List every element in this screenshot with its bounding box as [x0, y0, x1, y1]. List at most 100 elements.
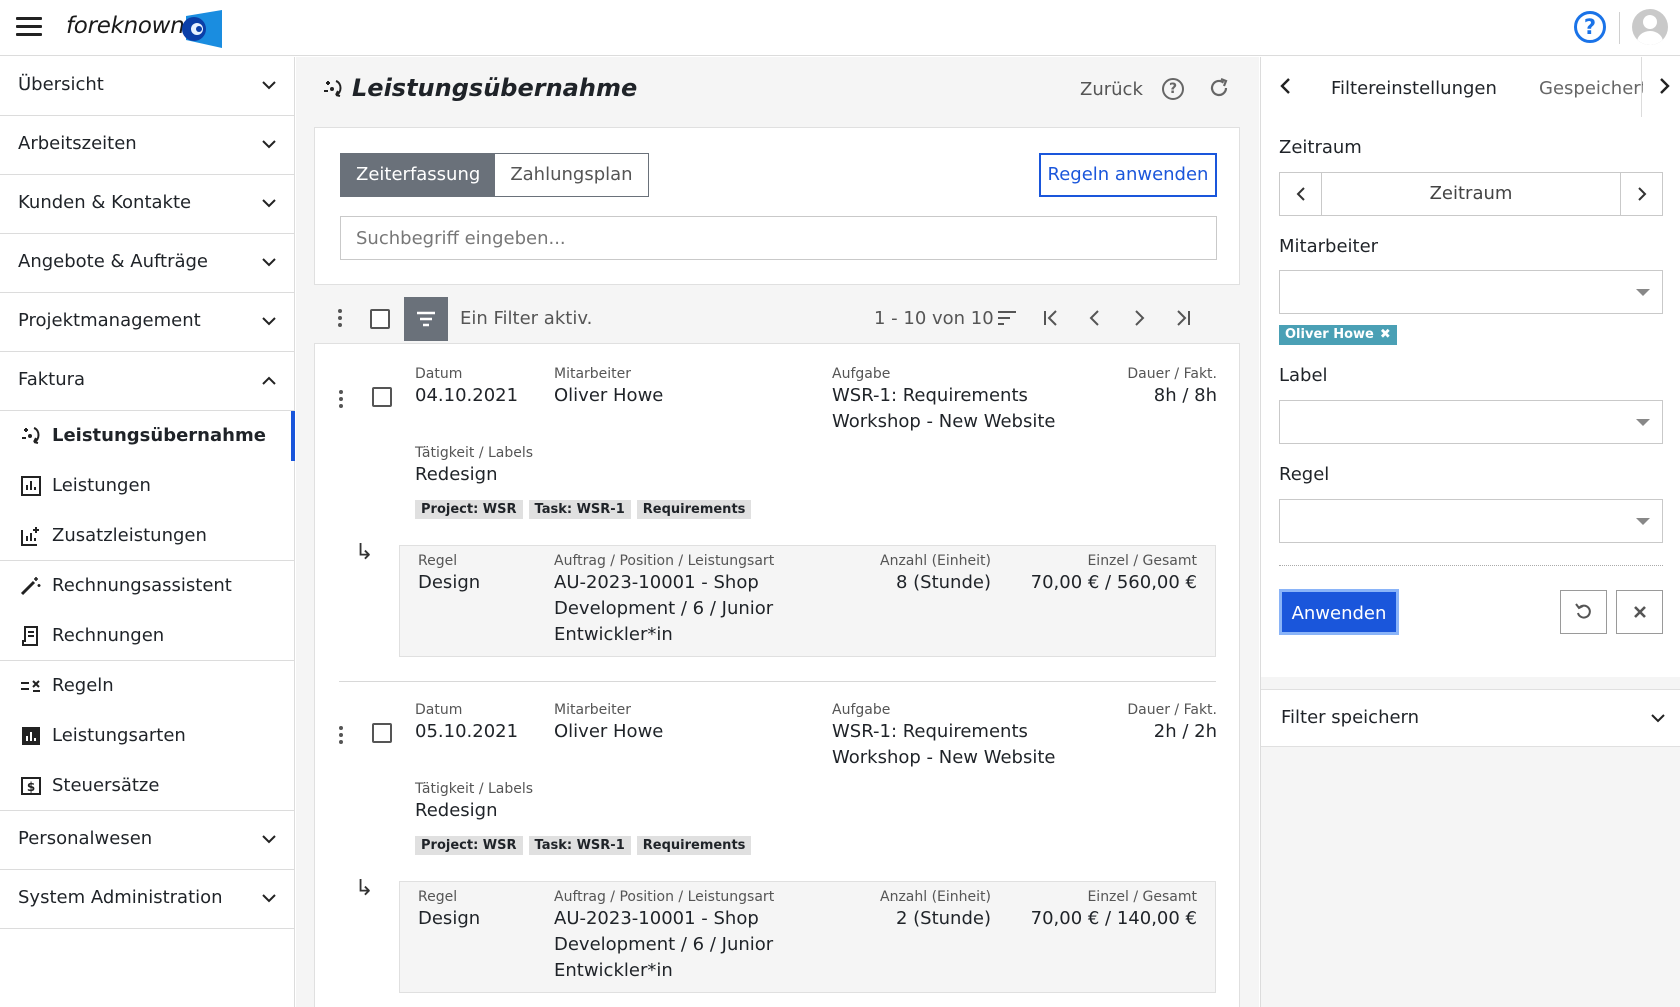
sidebar-group-personalwesen[interactable]: Personalwesen [0, 811, 294, 870]
menu-icon[interactable] [16, 17, 42, 37]
billing-price: 70,00 € / 140,00 € [1030, 908, 1197, 929]
sidebar-group-system-administration[interactable]: System Administration [0, 870, 294, 929]
tag: Task: WSR-1 [528, 500, 631, 519]
range-prev-button[interactable] [1280, 173, 1322, 215]
sidebar-group-label: Personalwesen [18, 828, 153, 849]
apply-button[interactable]: Anwenden [1279, 589, 1399, 635]
sidebar-item-leistungsuebernahme[interactable]: Leistungsübernahme [0, 411, 295, 461]
tab-zahlungsplan[interactable]: Zahlungsplan [495, 154, 648, 196]
entry-menu-icon[interactable] [339, 726, 343, 747]
sidebar-group-uebersicht[interactable]: Übersicht [0, 57, 294, 116]
sidebar-item-regeln[interactable]: Regeln [0, 661, 294, 711]
sidebar-item-steuersaetze[interactable]: $ Steuersätze [0, 761, 294, 811]
filter-panel: Filtereinstellungen Gespeicherte Zeitrau… [1260, 57, 1680, 1007]
sidebar-item-leistungsarten[interactable]: Leistungsarten [0, 711, 294, 761]
sidebar-group-projektmanagement[interactable]: Projektmanagement [0, 293, 294, 352]
chevron-down-icon [262, 199, 276, 208]
tag: Requirements [636, 836, 752, 855]
rule-select[interactable] [1279, 499, 1663, 543]
dropdown-caret-icon [1636, 419, 1650, 426]
tab-filter-settings[interactable]: Filtereinstellungen [1331, 78, 1497, 99]
tab-zeiterfassung[interactable]: Zeiterfassung [341, 154, 496, 196]
sidebar-group-faktura[interactable]: Faktura [0, 352, 294, 411]
tab-scroll-edge [1641, 57, 1642, 117]
chevron-right-icon[interactable] [1659, 77, 1671, 95]
entry-duration: 2h / 2h [1153, 721, 1217, 742]
logo-mark-icon [182, 10, 222, 48]
avatar[interactable] [1632, 9, 1668, 45]
sidebar-item-rechnungen[interactable]: Rechnungen [0, 611, 294, 661]
filter-status: Ein Filter aktiv. [460, 308, 593, 329]
select-all-checkbox[interactable] [370, 309, 390, 329]
first-page-icon[interactable] [1040, 307, 1062, 329]
sidebar-group-angebote[interactable]: Angebote & Aufträge [0, 234, 294, 293]
sidebar-item-label: Regeln [52, 675, 114, 696]
entry-checkbox[interactable] [372, 387, 392, 407]
filter-form: Zeitraum Zeitraum Mitarbeiter Oliver How… [1261, 117, 1680, 677]
close-button[interactable] [1616, 590, 1663, 634]
chevron-left-icon [1296, 187, 1305, 201]
label-filter-label: Label [1279, 365, 1328, 386]
tag: Project: WSR [415, 836, 523, 855]
entry-activity: Redesign [415, 800, 498, 821]
sidebar-group-label: Angebote & Aufträge [18, 251, 209, 272]
tab-saved-filters[interactable]: Gespeicherte [1539, 78, 1643, 99]
rule-label: Regel [418, 553, 458, 569]
entry-checkbox[interactable] [372, 723, 392, 743]
sort-icon[interactable] [996, 307, 1018, 329]
sidebar-item-leistungen[interactable]: Leistungen [0, 461, 294, 511]
billing-quantity: 8 (Stunde) [895, 572, 991, 593]
sub-arrow-icon: ↳ [355, 876, 374, 901]
help-icon[interactable]: ? [1574, 11, 1606, 43]
entry-task-line2: Workshop - New Website [832, 747, 1056, 768]
date-range-field[interactable]: Zeitraum [1322, 173, 1620, 215]
prev-page-icon[interactable] [1084, 307, 1106, 329]
reset-button[interactable] [1560, 590, 1607, 634]
pagination-info: 1 - 10 von 10 [874, 308, 994, 329]
help-circle-icon[interactable]: ? [1162, 78, 1184, 100]
employee-label: Mitarbeiter [554, 702, 632, 718]
billing-order-line2: Development / 6 / Junior [554, 598, 774, 619]
filter-button[interactable] [404, 297, 448, 341]
task-label: Aufgabe [832, 702, 891, 718]
billing-order-line3: Entwickler*in [554, 624, 673, 645]
sidebar-group-arbeitszeiten[interactable]: Arbeitszeiten [0, 116, 294, 175]
last-page-icon[interactable] [1172, 307, 1194, 329]
billing-order-line1: AU-2023-10001 - Shop [554, 572, 759, 593]
back-link[interactable]: Zurück [1080, 79, 1143, 100]
sidebar-group-kunden[interactable]: Kunden & Kontakte [0, 175, 294, 234]
entries-list: Datum 04.10.2021 Mitarbeiter Oliver Howe… [314, 343, 1240, 1007]
entry-employee: Oliver Howe [554, 721, 664, 742]
main-content: Leistungsübernahme Zurück ? Zeiterfassun… [296, 57, 1259, 1007]
billing-price: 70,00 € / 560,00 € [1030, 572, 1197, 593]
entry-menu-icon[interactable] [339, 390, 343, 411]
chevron-down-icon [262, 81, 276, 90]
activity-label: Tätigkeit / Labels [415, 445, 534, 461]
billing-order-line1: AU-2023-10001 - Shop [554, 908, 759, 929]
tag: Task: WSR-1 [528, 836, 631, 855]
sidebar-group-label: Projektmanagement [18, 310, 201, 331]
tag-list: Project: WSR Task: WSR-1 Requirements [415, 836, 752, 855]
refresh-icon[interactable] [1208, 77, 1230, 99]
billing-detail: Regel Design Auftrag / Position / Leistu… [399, 545, 1216, 657]
employee-select[interactable] [1279, 270, 1663, 314]
more-options-icon[interactable] [338, 309, 342, 330]
save-filter-section[interactable]: Filter speichern [1261, 689, 1680, 747]
close-icon [1633, 606, 1646, 618]
range-next-button[interactable] [1620, 173, 1662, 215]
search-input[interactable] [340, 216, 1217, 260]
label-select[interactable] [1279, 400, 1663, 444]
next-page-icon[interactable] [1128, 307, 1150, 329]
entry-employee: Oliver Howe [554, 385, 664, 406]
sidebar-group-label: Übersicht [18, 74, 104, 95]
order-label: Auftrag / Position / Leistungsart [554, 889, 775, 905]
entry-task-line2: Workshop - New Website [832, 411, 1056, 432]
apply-rules-button[interactable]: Regeln anwenden [1039, 153, 1217, 197]
task-label: Aufgabe [832, 366, 891, 382]
employee-chip[interactable]: Oliver Howe ✖ [1279, 325, 1397, 345]
sidebar-item-zusatzleistungen[interactable]: Zusatzleistungen [0, 511, 294, 561]
sidebar-item-rechnungsassistent[interactable]: Rechnungsassistent [0, 561, 294, 611]
entry-date: 04.10.2021 [415, 385, 519, 406]
chevron-left-icon[interactable] [1279, 77, 1291, 95]
chip-remove-icon[interactable]: ✖ [1380, 327, 1391, 342]
